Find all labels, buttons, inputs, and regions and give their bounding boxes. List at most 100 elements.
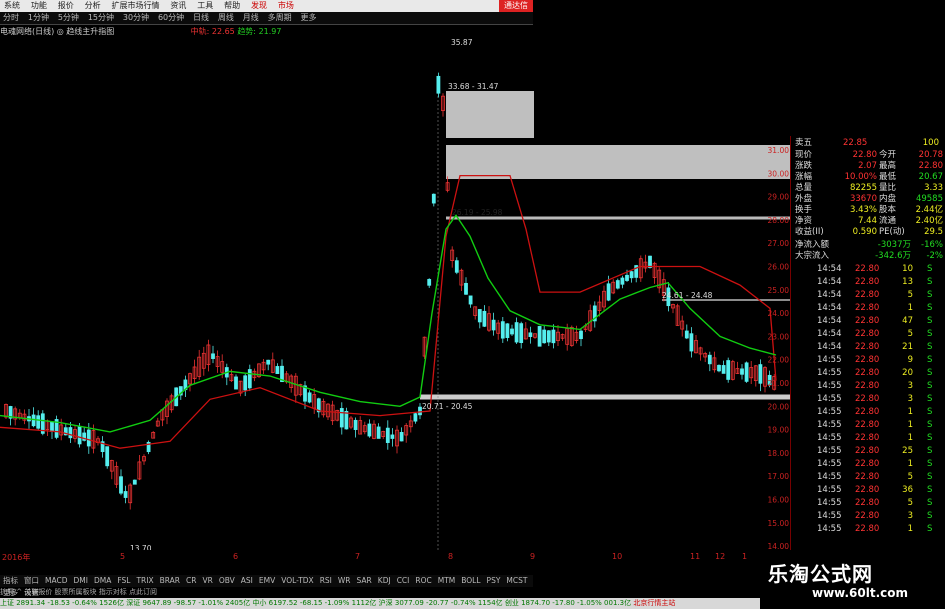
indicator-tab[interactable]: VR xyxy=(199,575,215,587)
indicator-tab[interactable]: ASI xyxy=(238,575,256,587)
menu-item[interactable]: 资讯 xyxy=(166,0,190,12)
candle-body xyxy=(31,414,36,427)
period-tab[interactable]: 5分钟 xyxy=(55,12,82,24)
menu-item[interactable]: 功能 xyxy=(27,0,51,12)
candle-body xyxy=(551,329,556,344)
tick-volume: 9 xyxy=(907,355,913,365)
candle-body xyxy=(119,476,123,494)
tick-row: 14:54 22.80 1 S xyxy=(791,303,945,314)
indicator-tab[interactable]: 窗口 xyxy=(21,575,42,587)
stat-label: 内盘 xyxy=(879,194,897,204)
period-tab[interactable]: 更多 xyxy=(298,12,320,24)
period-tab[interactable]: 30分钟 xyxy=(120,12,152,24)
logo-url: www.60lt.com xyxy=(812,586,909,600)
stat-label: 涨幅 xyxy=(795,172,813,182)
index-quote[interactable]: 创业 1874.70 -17.80 -1.05% 001.3亿 xyxy=(505,599,633,607)
indicator-tab[interactable]: TRIX xyxy=(133,575,156,587)
candle-body xyxy=(353,419,358,430)
menu-item-market[interactable]: 市场 xyxy=(274,0,298,12)
y-tick-label: 14.00 xyxy=(768,542,790,550)
indicator-tab[interactable]: RSI xyxy=(317,575,335,587)
indicator-tab[interactable]: DMA xyxy=(91,575,114,587)
candle-body xyxy=(514,322,519,343)
tick-time: 14:54 xyxy=(817,329,842,339)
stat-value: 2.07 xyxy=(858,161,877,171)
period-tab[interactable]: 分时 xyxy=(0,12,22,24)
flow-row: 大宗流入 -342.6万 -2% xyxy=(791,251,945,262)
indicator-tab[interactable]: BRAR xyxy=(157,575,183,587)
index-quote[interactable]: 中小 6197.52 -68.15 -1.09% 1112亿 xyxy=(252,599,378,607)
menu-item[interactable]: 工具 xyxy=(193,0,217,12)
y-tick-label: 31.00 xyxy=(768,146,790,155)
date-tick-label: 8 xyxy=(448,552,454,561)
stat-value: 2.40亿 xyxy=(915,216,943,226)
candle-body xyxy=(758,364,763,384)
stat-value: 82255 xyxy=(849,183,877,193)
indicator-tab[interactable]: MTM xyxy=(435,575,459,587)
zone-label: 33.68 - 31.47 xyxy=(448,82,499,91)
indicator-tab[interactable]: SAR xyxy=(354,575,375,587)
indicator-tab[interactable]: 指标 xyxy=(0,575,21,587)
index-quote[interactable]: 北京行情主站 xyxy=(633,599,675,607)
date-tick-label: 9 xyxy=(530,552,536,561)
y-tick-label: 17.00 xyxy=(768,472,790,481)
menu-item[interactable]: 报价 xyxy=(54,0,78,12)
stat-value: 20.78 xyxy=(918,150,943,160)
stat-value: 7.44 xyxy=(858,216,877,226)
link-bar[interactable]: 扩展 ^ 关联报价 股票所属板块 指示对标 点此订阅 xyxy=(0,587,533,597)
candle-body xyxy=(376,426,381,439)
indicator-tab[interactable]: MCST xyxy=(503,575,530,587)
indicator-tab[interactable]: EMV xyxy=(256,575,278,587)
period-toolbar: 分时 1分钟 5分钟 15分钟 30分钟 60分钟 日线 周线 月线 多周期 更… xyxy=(0,12,533,25)
tick-time: 14:55 xyxy=(817,433,842,443)
candle-body xyxy=(726,360,731,380)
indicator-tab[interactable]: KDJ xyxy=(375,575,394,587)
indicator-tab[interactable]: BOLL xyxy=(458,575,483,587)
indicator-tab[interactable]: WR xyxy=(335,575,354,587)
brand-button[interactable]: 通达信 xyxy=(499,0,533,12)
indicator-tab[interactable]: CCI xyxy=(394,575,413,587)
tick-price: 22.80 xyxy=(855,290,880,300)
indicator-tab[interactable]: MACD xyxy=(42,575,70,587)
tick-price: 22.80 xyxy=(855,355,880,365)
index-quote[interactable]: 深证 9647.89 -98.57 -1.01% 2405亿 xyxy=(126,599,252,607)
tick-side: S xyxy=(927,303,933,313)
tick-row: 14:55 22.80 1 S xyxy=(791,433,945,444)
indicator-tab[interactable]: PSY xyxy=(484,575,504,587)
candle-body xyxy=(717,364,721,372)
menu-item[interactable]: 帮助 xyxy=(220,0,244,12)
menu-item[interactable]: 扩展市场行情 xyxy=(108,0,164,12)
y-tick-label: 30.00 xyxy=(768,169,790,178)
index-quote[interactable]: 沪深 3077.09 -20.77 -0.74% 1154亿 xyxy=(379,599,505,607)
zone-label: 26.19 - 25.98 xyxy=(452,208,503,217)
tick-time: 14:54 xyxy=(817,290,842,300)
period-tab[interactable]: 15分钟 xyxy=(85,12,117,24)
indicator-tab[interactable]: DMI xyxy=(70,575,90,587)
quote-row: 涨幅 10.00% 最低 20.67 xyxy=(791,172,945,183)
menu-item-discover[interactable]: 发现 xyxy=(247,0,271,12)
tick-row: 14:54 22.80 47 S xyxy=(791,316,945,327)
candle-body xyxy=(247,369,252,389)
mid-label: 中轨: xyxy=(190,27,210,36)
period-tab[interactable]: 月线 xyxy=(240,12,262,24)
tick-price: 22.80 xyxy=(855,498,880,508)
menu-item[interactable]: 分析 xyxy=(81,0,105,12)
date-tick-label: 7 xyxy=(355,552,361,561)
candle-body xyxy=(50,421,54,432)
indicator-tab[interactable]: FSL xyxy=(114,575,133,587)
index-quote[interactable]: 上证 2891.34 -18.53 -0.64% 1526亿 xyxy=(0,599,126,607)
period-tab[interactable]: 1分钟 xyxy=(25,12,52,24)
y-tick-label: 23.00 xyxy=(768,332,790,341)
menu-item[interactable]: 系统 xyxy=(0,0,24,12)
indicator-tab[interactable]: ROC xyxy=(412,575,434,587)
candle-body xyxy=(744,362,749,382)
period-tab[interactable]: 周线 xyxy=(215,12,237,24)
indicator-tab[interactable]: VOL-TDX xyxy=(278,575,316,587)
tick-volume: 5 xyxy=(907,498,913,508)
period-tab[interactable]: 60分钟 xyxy=(155,12,187,24)
candlestick-chart[interactable]: 31.00 30.00 29.00 28.00 27.00 26.00 25.00 24.00… xyxy=(0,38,790,550)
period-tab[interactable]: 日线 xyxy=(190,12,212,24)
indicator-tab[interactable]: CR xyxy=(183,575,199,587)
indicator-tab[interactable]: OBV xyxy=(216,575,238,587)
period-tab[interactable]: 多周期 xyxy=(265,12,295,24)
